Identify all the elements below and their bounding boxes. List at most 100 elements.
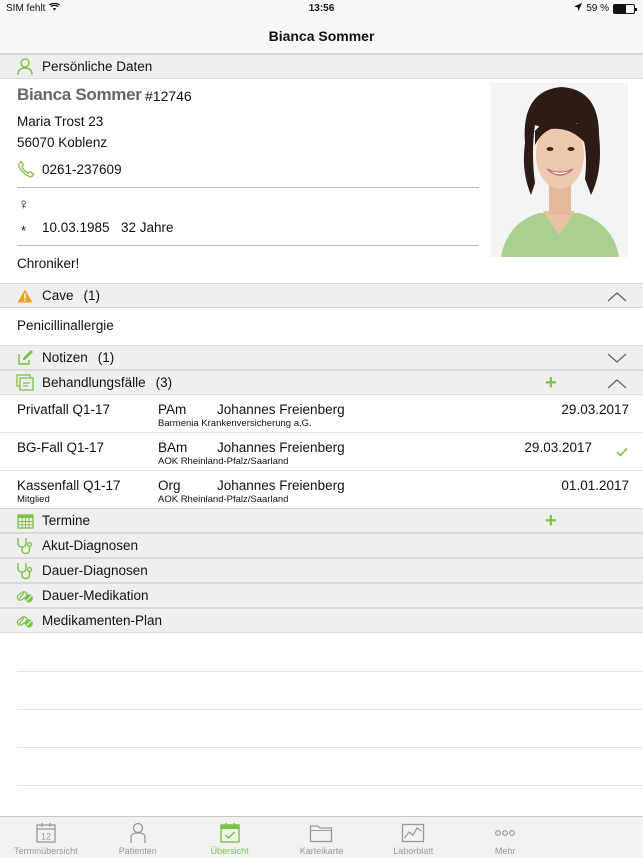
patient-id: #12746 <box>145 88 192 104</box>
battery-fill <box>614 4 626 13</box>
tab-label: Karteikarte <box>299 846 344 856</box>
empty-row-divider <box>17 785 643 786</box>
pills-icon <box>16 587 34 605</box>
section-long-term-medication[interactable]: Dauer-Medikation <box>0 583 643 608</box>
section-personal-data[interactable]: Persönliche Daten <box>0 54 643 79</box>
tab-label: Mehr <box>494 846 516 856</box>
section-count: (3) <box>155 375 173 390</box>
clock: 13:56 <box>308 3 335 14</box>
tab-more[interactable]: Mehr <box>459 817 551 858</box>
birth-symbol: * <box>21 223 27 238</box>
case-row[interactable]: BG-Fall Q1-17 BAm Johannes Freienberg AO… <box>0 433 643 471</box>
section-chronic-diagnoses[interactable]: Dauer-Diagnosen <box>0 558 643 583</box>
cave-entry: Penicillinallergie <box>17 318 114 333</box>
more-icon <box>494 821 516 845</box>
divider <box>17 187 479 188</box>
chevron-down-icon[interactable] <box>607 352 627 367</box>
case-code: BAm <box>158 440 188 455</box>
patient-photo <box>491 83 628 257</box>
section-cases[interactable]: Behandlungsfälle (3) + <box>0 370 643 395</box>
tab-label: Laborblatt <box>393 846 434 856</box>
section-count: (1) <box>83 288 101 303</box>
tab-lab-sheet[interactable]: Laborblatt <box>367 817 459 858</box>
battery-percent: 59 % <box>586 3 609 14</box>
case-status: Mitglied <box>17 494 50 505</box>
tab-overview[interactable]: Übersicht <box>184 817 276 858</box>
calendar-check-icon <box>219 821 241 845</box>
section-label: Medikamenten-Plan <box>42 613 163 628</box>
section-label: Akut-Diagnosen <box>42 538 139 553</box>
section-label: Behandlungsfälle <box>42 375 146 390</box>
tab-appointment-overview[interactable]: 12 Terminübersicht <box>0 817 92 858</box>
calendar-day: 12 <box>41 832 51 842</box>
case-name: Kassenfall Q1-17 <box>17 478 121 493</box>
case-doctor: Johannes Freienberg <box>217 478 345 493</box>
section-count: (1) <box>97 350 115 365</box>
calendar-grid-icon <box>16 512 34 530</box>
status-bar: SIM fehlt 13:56 59 % <box>0 0 643 18</box>
stethoscope-icon <box>16 562 34 580</box>
calendar-icon: 12 <box>35 821 57 845</box>
section-label: Cave <box>42 288 74 303</box>
location-arrow-icon <box>574 3 583 14</box>
section-medication-plan[interactable]: Medikamenten-Plan <box>0 608 643 633</box>
note-edit-icon <box>16 349 34 367</box>
add-case-button[interactable]: + <box>545 372 557 394</box>
tab-patients[interactable]: Patienten <box>92 817 184 858</box>
case-name: Privatfall Q1-17 <box>17 402 111 417</box>
tab-label: Patienten <box>118 846 157 856</box>
case-code: Org <box>158 478 181 493</box>
divider <box>17 245 479 246</box>
section-label: Notizen <box>42 350 88 365</box>
case-date: 29.03.2017 <box>561 402 629 417</box>
case-insurance: AOK Rheinland-Pfalz/Saarland <box>158 456 289 467</box>
folder-icon <box>309 821 333 845</box>
gender-female-icon: ♀ <box>18 196 30 213</box>
case-row[interactable]: Kassenfall Q1-17 Mitglied Org Johannes F… <box>0 471 643 509</box>
nav-title: Bianca Sommer <box>0 18 643 54</box>
tab-label: Terminübersicht <box>14 846 78 856</box>
age: 32 Jahre <box>121 220 174 235</box>
case-insurance: AOK Rheinland-Pfalz/Saarland <box>158 494 289 505</box>
birth-date: 10.03.1985 <box>42 220 110 235</box>
section-label: Dauer-Diagnosen <box>42 563 148 578</box>
case-doctor: Johannes Freienberg <box>217 440 345 455</box>
section-notes[interactable]: Notizen (1) <box>0 345 643 370</box>
section-label: Dauer-Medikation <box>42 588 149 603</box>
person-icon <box>128 821 148 845</box>
patient-name: Bianca Sommer <box>17 85 142 104</box>
section-label: Termine <box>42 513 91 528</box>
section-label: Persönliche Daten <box>42 59 153 74</box>
empty-row-divider <box>17 709 643 710</box>
tab-bar: 12 Terminübersicht Patienten Übersicht K… <box>0 816 643 858</box>
empty-row-divider <box>17 671 643 672</box>
battery-icon <box>613 3 637 14</box>
tab-record-card[interactable]: Karteikarte <box>276 817 368 858</box>
add-appointment-button[interactable]: + <box>545 510 557 532</box>
case-code: PAm <box>158 402 187 417</box>
city: 56070 Koblenz <box>17 135 108 150</box>
case-date: 29.03.2017 <box>524 440 592 455</box>
case-row[interactable]: Privatfall Q1-17 PAm Johannes Freienberg… <box>0 395 643 433</box>
case-name: BG-Fall Q1-17 <box>17 440 105 455</box>
checkmark-icon <box>616 444 628 462</box>
case-insurance: Barmenia Krankenversicherung a.G. <box>158 418 312 429</box>
phone-number[interactable]: 0261-237609 <box>42 162 122 177</box>
tab-label: Übersicht <box>210 846 249 856</box>
empty-row-divider <box>17 747 643 748</box>
chevron-up-icon[interactable] <box>607 290 627 305</box>
section-appointments[interactable]: Termine + <box>0 508 643 533</box>
warning-icon <box>16 287 34 305</box>
case-date: 01.01.2017 <box>561 478 629 493</box>
phone-icon[interactable] <box>17 160 35 183</box>
street: Maria Trost 23 <box>17 114 104 129</box>
cases-icon <box>16 374 34 392</box>
stethoscope-icon <box>16 537 34 555</box>
section-acute-diagnoses[interactable]: Akut-Diagnosen <box>0 533 643 558</box>
chevron-up-icon[interactable] <box>607 377 627 392</box>
person-icon <box>16 57 34 76</box>
case-doctor: Johannes Freienberg <box>217 402 345 417</box>
chart-icon <box>401 821 425 845</box>
section-cave[interactable]: Cave (1) <box>0 283 643 308</box>
pills-icon <box>16 612 34 630</box>
